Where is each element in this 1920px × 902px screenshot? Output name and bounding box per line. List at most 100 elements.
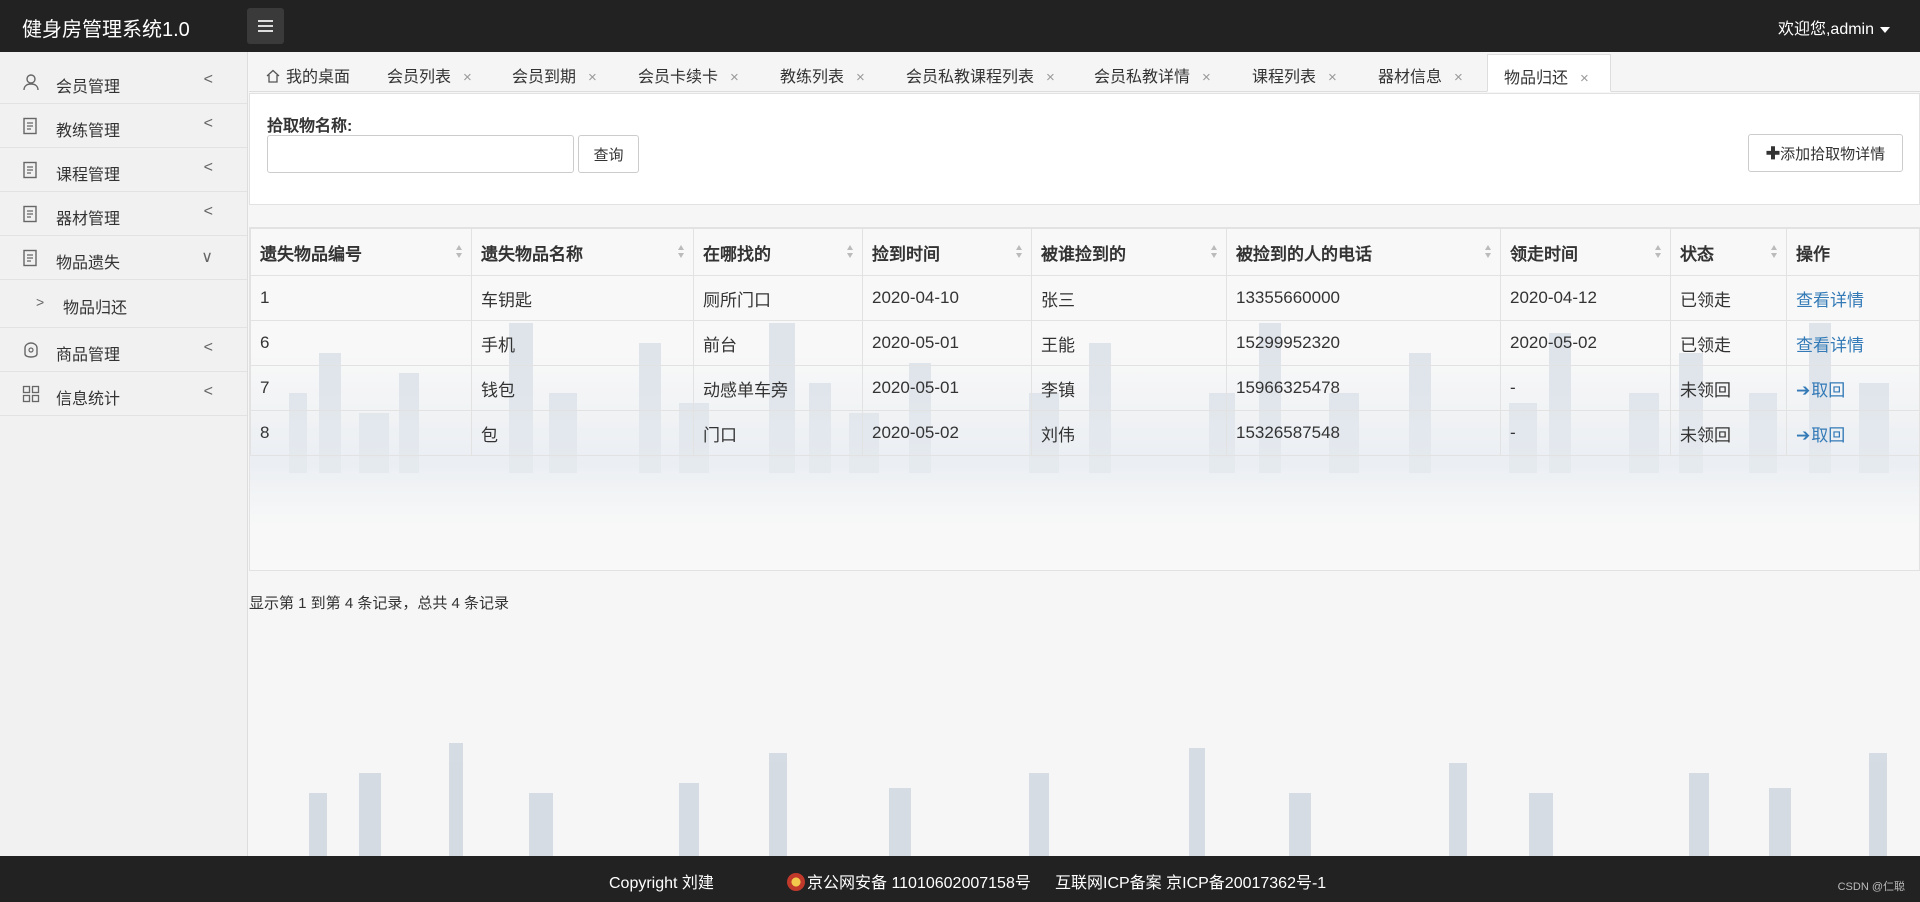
cell-phone: 15966325478 (1226, 365, 1501, 411)
tab-label: 会员列表 (387, 69, 452, 86)
tab-bar: 我的桌面 会员列表 × 会员到期 × 会员卡续卡 × 教练列表 × 会员私教课程列表 × … (249, 52, 1920, 92)
sort-icon (1655, 245, 1662, 259)
document-icon (23, 117, 37, 135)
menu-toggle-button[interactable] (247, 8, 284, 44)
goods-icon (24, 342, 38, 358)
column-header[interactable]: 在哪找的 (693, 228, 863, 276)
cell-id: 1 (250, 275, 472, 321)
document-icon (23, 249, 37, 267)
tab-item-return[interactable]: 物品归还 × (1487, 54, 1611, 92)
sidebar-item-statistics[interactable]: 信息统计 < (0, 372, 247, 416)
close-icon[interactable]: × (1202, 69, 1211, 86)
sidebar-item-equipment[interactable]: 器材管理 < (0, 192, 247, 236)
sidebar-item-label: 会员管理 (56, 79, 121, 96)
plus-icon: ✚ (1765, 143, 1781, 163)
tab-coach-list[interactable]: 教练列表 × (780, 54, 865, 92)
close-icon[interactable]: × (1580, 70, 1589, 87)
table-row: 7 钱包 动感单车旁 2020-05-01 李镇 15966325478 - 未… (250, 365, 1920, 411)
table-row: 1 车钥匙 厕所门口 2020-04-10 张三 13355660000 202… (250, 275, 1920, 321)
column-header[interactable]: 被捡到的人的电话 (1226, 228, 1501, 276)
cell-phone: 15299952320 (1226, 320, 1501, 366)
search-panel: 拾取物名称: 查询 ✚添加拾取物详情 (249, 93, 1920, 205)
cell-id: 7 (250, 365, 472, 411)
column-header[interactable]: 遗失物品编号 (250, 228, 472, 276)
close-icon[interactable]: × (1328, 69, 1337, 86)
view-details-link[interactable]: 查看详情 (1796, 291, 1864, 310)
tab-label: 会员卡续卡 (638, 69, 719, 86)
column-header[interactable]: 状态 (1670, 228, 1787, 276)
close-icon[interactable]: × (463, 69, 472, 86)
query-button[interactable]: 查询 (578, 135, 639, 173)
cell-location: 前台 (693, 320, 863, 366)
home-icon (266, 69, 280, 83)
cell-found-time: 2020-05-01 (862, 320, 1032, 366)
cell-found-time: 2020-05-02 (862, 410, 1032, 456)
tab-equipment-info[interactable]: 器材信息 × (1378, 54, 1463, 92)
sidebar-subitem-item-return[interactable]: > 物品归还 (0, 280, 247, 328)
close-icon[interactable]: × (1046, 69, 1055, 86)
tab-label: 教练列表 (780, 69, 845, 86)
tab-private-course-list[interactable]: 会员私教课程列表 × (906, 54, 1055, 92)
retrieve-link[interactable]: ➔取回 (1796, 426, 1845, 445)
pagination-info: 显示第 1 到第 4 条记录，总共 4 条记录 (249, 595, 510, 612)
cell-action: 查看详情 (1786, 275, 1920, 321)
sort-icon (1211, 245, 1218, 259)
sidebar-item-member[interactable]: 会员管理 < (0, 60, 247, 104)
sidebar-subitem-label: 物品归还 (63, 300, 128, 317)
top-navbar: 健身房管理系统1.0 欢迎您,admin (0, 0, 1920, 52)
document-icon (23, 205, 37, 223)
cell-action: 查看详情 (1786, 320, 1920, 366)
grid-icon (22, 385, 40, 403)
sidebar-item-goods[interactable]: 商品管理 < (0, 328, 247, 372)
chevron-right-icon: > (36, 294, 45, 310)
search-label: 拾取物名称: (267, 118, 353, 135)
retrieve-link[interactable]: ➔取回 (1796, 381, 1845, 400)
column-header[interactable]: 遗失物品名称 (471, 228, 694, 276)
sidebar-item-lost-items[interactable]: 物品遗失 ∨ (0, 236, 247, 280)
cell-name: 包 (471, 410, 694, 456)
table-row: 8 包 门口 2020-05-02 刘伟 15326587548 - 未领回 ➔… (250, 410, 1920, 456)
cell-claim-time: - (1500, 365, 1671, 411)
column-header[interactable]: 捡到时间 (862, 228, 1032, 276)
cell-claim-time: 2020-04-12 (1500, 275, 1671, 321)
cell-finder: 张三 (1031, 275, 1227, 321)
table-header-row: 遗失物品编号 遗失物品名称 在哪找的 捡到时间 被谁捡到的 被捡到的人的电话 领… (250, 228, 1920, 276)
sidebar-item-coach[interactable]: 教练管理 < (0, 104, 247, 148)
cell-status: 未领回 (1670, 365, 1787, 411)
column-header[interactable]: 被谁捡到的 (1031, 228, 1227, 276)
close-icon[interactable]: × (1454, 69, 1463, 86)
chevron-left-icon: < (203, 115, 213, 132)
close-icon[interactable]: × (588, 69, 597, 86)
close-icon[interactable]: × (730, 69, 739, 86)
item-name-search-input[interactable] (267, 135, 574, 173)
sidebar-item-course[interactable]: 课程管理 < (0, 148, 247, 192)
police-beian[interactable]: 京公网安备 11010602007158号 (787, 869, 1031, 893)
view-details-link[interactable]: 查看详情 (1796, 336, 1864, 355)
close-icon[interactable]: × (856, 69, 865, 86)
add-lost-item-button[interactable]: ✚添加拾取物详情 (1748, 134, 1903, 172)
column-header[interactable]: 领走时间 (1500, 228, 1671, 276)
sort-icon (1016, 245, 1023, 259)
chevron-left-icon: < (203, 159, 213, 176)
chevron-left-icon: < (203, 71, 213, 88)
tab-desktop[interactable]: 我的桌面 (266, 54, 350, 92)
cell-found-time: 2020-05-01 (862, 365, 1032, 411)
chevron-left-icon: < (203, 339, 213, 356)
icp-beian[interactable]: 互联网ICP备案 京ICP备20017362号-1 (1055, 869, 1326, 893)
sidebar: 会员管理 < 教练管理 < 课程管理 < 器材管理 < 物品遗失 ∨ > 物品归… (0, 52, 248, 856)
police-badge-icon (787, 873, 805, 891)
tab-member-list[interactable]: 会员列表 × (387, 54, 472, 92)
user-menu[interactable]: 欢迎您,admin (1778, 15, 1890, 39)
app-title: 健身房管理系统1.0 (22, 19, 190, 41)
arrow-right-icon: ➔ (1796, 425, 1811, 445)
footer: Copyright 刘建 京公网安备 11010602007158号 互联网IC… (0, 856, 1920, 902)
cell-status: 已领走 (1670, 320, 1787, 366)
tab-private-detail[interactable]: 会员私教详情 × (1094, 54, 1211, 92)
arrow-right-icon: ➔ (1796, 380, 1811, 400)
sidebar-item-label: 器材管理 (56, 211, 121, 228)
tab-course-list[interactable]: 课程列表 × (1252, 54, 1337, 92)
cell-action: ➔取回 (1786, 410, 1920, 456)
tab-member-expire[interactable]: 会员到期 × (512, 54, 597, 92)
tab-label: 会员私教详情 (1094, 69, 1191, 86)
tab-card-renew[interactable]: 会员卡续卡 × (638, 54, 739, 92)
